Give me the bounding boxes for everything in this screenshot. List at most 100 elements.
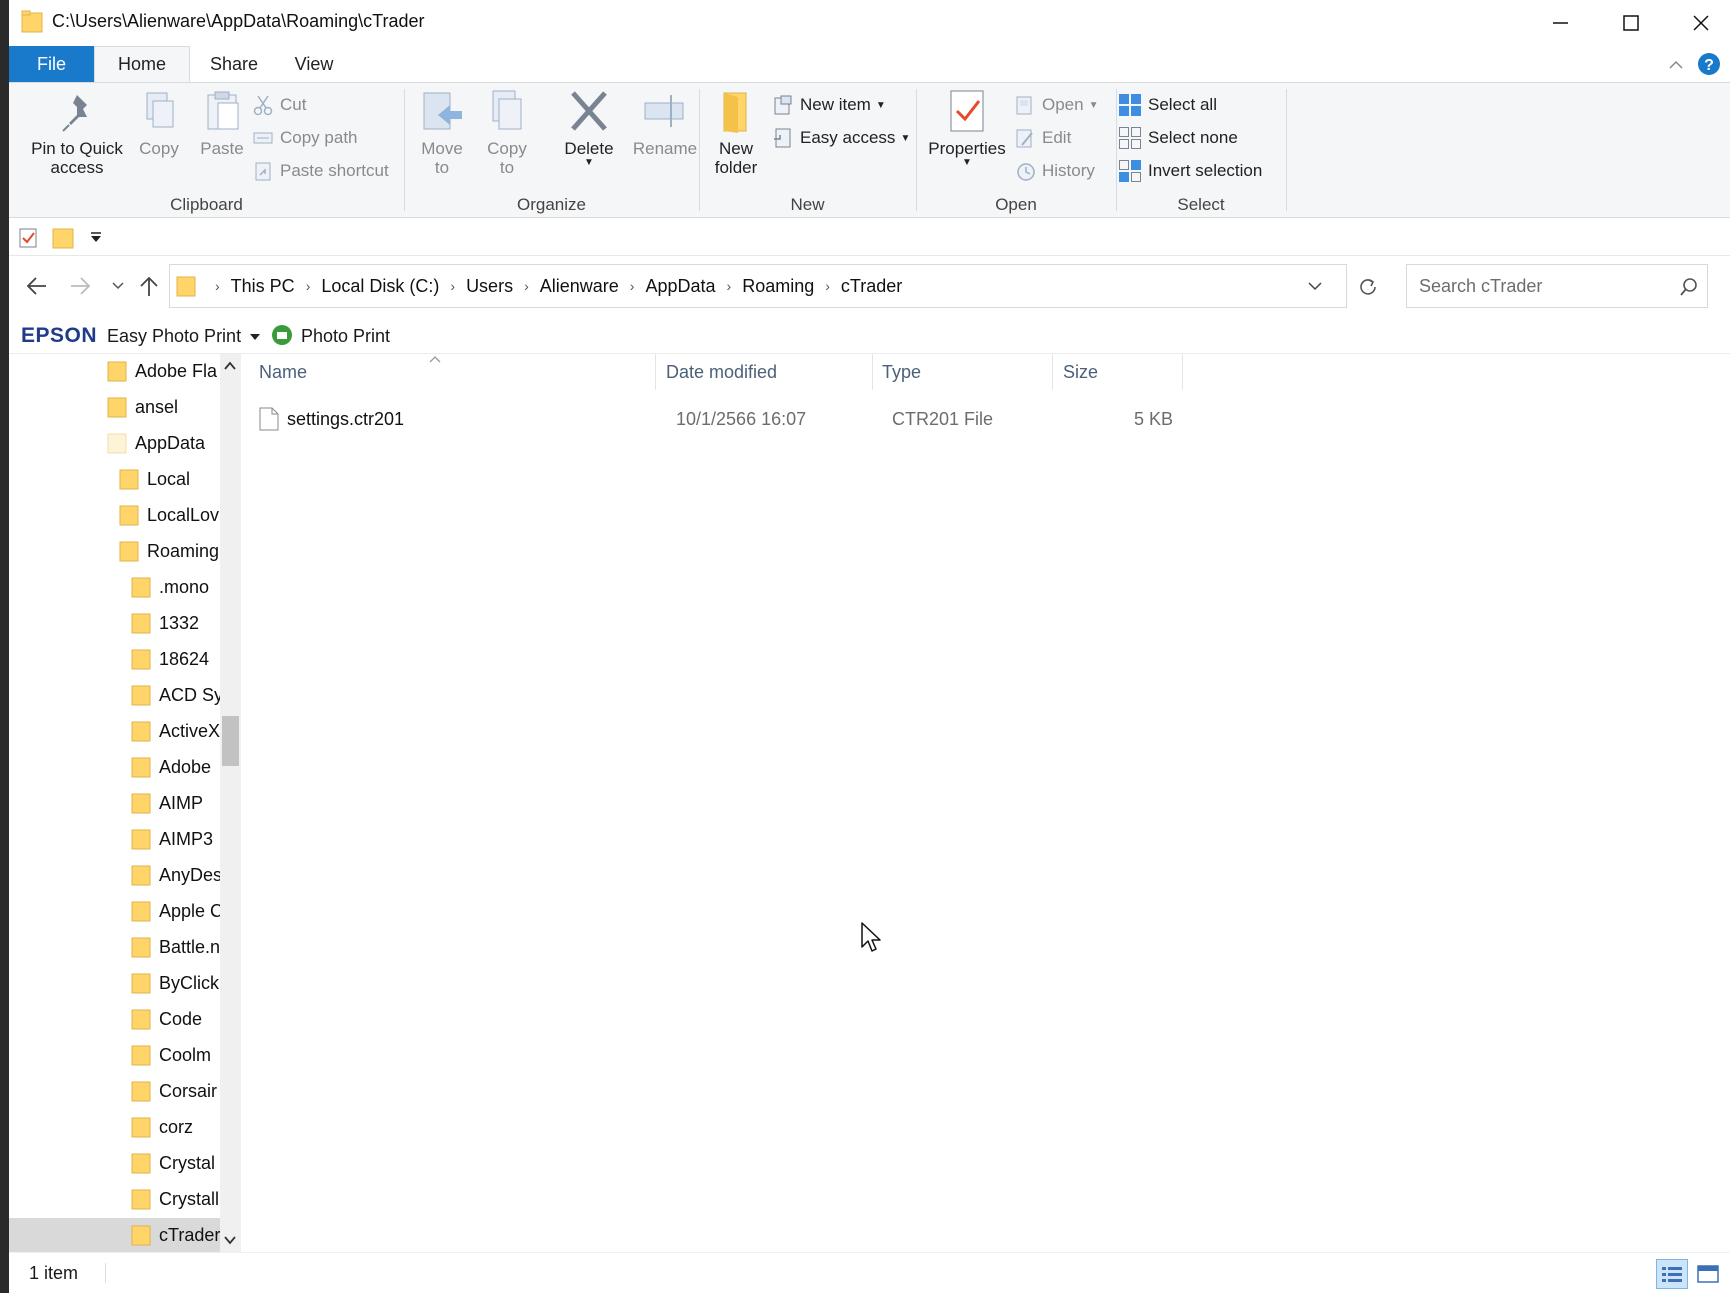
refresh-icon[interactable]: [1358, 276, 1378, 296]
invert-selection-button[interactable]: Invert selection: [1118, 158, 1262, 184]
tab-share[interactable]: Share: [194, 46, 274, 82]
nav-tree-item[interactable]: Crystal: [131, 1146, 220, 1180]
recent-locations-icon[interactable]: [111, 280, 125, 292]
nav-tree-item[interactable]: Apple C: [131, 894, 220, 928]
up-arrow-icon[interactable]: [139, 274, 159, 298]
chevron-right-icon[interactable]: ›: [524, 278, 529, 294]
move-to-label-2: to: [434, 158, 450, 177]
file-row[interactable]: settings.ctr201 10/1/2566 16:07 CTR201 F…: [251, 400, 1181, 438]
column-divider[interactable]: [872, 354, 873, 390]
nav-tree-item[interactable]: Code: [131, 1002, 220, 1036]
nav-tree-item[interactable]: ansel: [107, 390, 220, 424]
breadcrumb-this-pc[interactable]: This PC: [231, 276, 295, 297]
column-header-type[interactable]: Type: [882, 354, 1042, 390]
nav-tree-item[interactable]: Local: [119, 462, 220, 496]
nav-tree-item[interactable]: Corsair: [131, 1074, 220, 1108]
easy-photo-print-button[interactable]: Easy Photo Print: [107, 326, 241, 347]
chevron-right-icon[interactable]: ›: [727, 278, 732, 294]
delete-button[interactable]: Delete ▼: [554, 89, 624, 168]
navigation-scrollbar[interactable]: [220, 354, 241, 1252]
customize-qat-icon[interactable]: [89, 230, 103, 244]
new-item-button[interactable]: New item ▼: [772, 92, 886, 118]
back-arrow-icon[interactable]: [26, 276, 48, 296]
tab-home[interactable]: Home: [94, 46, 190, 82]
cut-button[interactable]: Cut: [252, 92, 306, 118]
scrollbar-thumb[interactable]: [222, 716, 239, 766]
nav-tree-item[interactable]: Crystall: [131, 1182, 220, 1216]
new-folder-button[interactable]: New folder: [704, 89, 768, 177]
address-bar[interactable]: › This PC › Local Disk (C:) › Users › Al…: [169, 264, 1376, 308]
nav-tree-item[interactable]: AIMP: [131, 786, 220, 820]
nav-tree-item[interactable]: Coolm: [131, 1038, 220, 1072]
address-history-dropdown-icon[interactable]: [1307, 280, 1323, 292]
minimize-button[interactable]: [1526, 0, 1596, 46]
folder-icon: [131, 1189, 151, 1210]
pin-to-quick-access-button[interactable]: Pin to Quick access: [17, 89, 137, 177]
chevron-right-icon[interactable]: ›: [306, 278, 311, 294]
nav-tree-item[interactable]: ACD Sy: [131, 678, 220, 712]
scroll-down-icon[interactable]: [223, 1234, 237, 1246]
chevron-right-icon[interactable]: ›: [630, 278, 635, 294]
maximize-button[interactable]: [1596, 0, 1666, 46]
column-divider[interactable]: [1182, 354, 1183, 390]
breadcrumb-appdata[interactable]: AppData: [645, 276, 715, 297]
close-button[interactable]: [1666, 0, 1730, 46]
history-button[interactable]: History: [1014, 158, 1095, 184]
copy-to-button[interactable]: Copy to: [477, 89, 537, 177]
nav-tree-item[interactable]: ActiveX: [131, 714, 220, 748]
copy-path-button[interactable]: Copy path: [252, 125, 358, 151]
properties-button[interactable]: Properties ▼: [921, 89, 1013, 168]
nav-tree-item[interactable]: .mono: [131, 570, 220, 604]
help-icon[interactable]: ?: [1697, 52, 1721, 76]
nav-tree-item[interactable]: cTrader: [9, 1218, 241, 1252]
nav-tree-item[interactable]: Roaming: [119, 534, 220, 568]
breadcrumb-roaming[interactable]: Roaming: [742, 276, 814, 297]
details-view-icon[interactable]: [1656, 1259, 1688, 1289]
nav-tree-item[interactable]: AppData: [107, 426, 220, 460]
column-header-name[interactable]: Name: [259, 354, 623, 390]
nav-tree-item[interactable]: 18624: [131, 642, 220, 676]
copy-button[interactable]: Copy: [129, 89, 189, 158]
nav-tree-item[interactable]: ByClick: [131, 966, 220, 1000]
nav-tree-item[interactable]: AnyDes: [131, 858, 220, 892]
chevron-right-icon[interactable]: ›: [450, 278, 455, 294]
tab-view[interactable]: View: [279, 46, 349, 82]
paste-shortcut-button[interactable]: Paste shortcut: [252, 158, 389, 184]
breadcrumb-ctrader[interactable]: cTrader: [841, 276, 902, 297]
nav-tree-item[interactable]: 1332: [131, 606, 220, 640]
title-bar[interactable]: C:\Users\Alienware\AppData\Roaming\cTrad…: [9, 0, 1730, 46]
edit-button[interactable]: Edit: [1014, 125, 1071, 151]
properties-qat-icon[interactable]: [19, 227, 39, 249]
column-header-date-modified[interactable]: Date modified: [666, 354, 866, 390]
breadcrumb-users[interactable]: Users: [466, 276, 513, 297]
photo-print-button[interactable]: Photo Print: [301, 326, 390, 347]
open-button[interactable]: Open ▼: [1014, 92, 1099, 118]
nav-tree-item[interactable]: Battle.n: [131, 930, 220, 964]
tab-file[interactable]: File: [9, 46, 94, 82]
column-divider[interactable]: [1052, 354, 1053, 390]
easy-access-button[interactable]: Easy access ▼: [772, 125, 910, 151]
nav-tree-item[interactable]: LocalLov: [119, 498, 220, 532]
scroll-up-icon[interactable]: [223, 360, 237, 372]
rename-button[interactable]: Rename: [627, 89, 703, 158]
nav-tree-item[interactable]: corz: [131, 1110, 220, 1144]
nav-tree-item[interactable]: AIMP3: [131, 822, 220, 856]
breadcrumb-local-disk[interactable]: Local Disk (C:): [321, 276, 439, 297]
forward-arrow-icon[interactable]: [69, 276, 91, 296]
select-none-button[interactable]: Select none: [1118, 125, 1238, 151]
folder-icon: [119, 469, 139, 490]
easy-photo-print-dropdown-icon[interactable]: [249, 332, 261, 342]
select-all-button[interactable]: Select all: [1118, 92, 1217, 118]
search-input[interactable]: Search cTrader: [1406, 264, 1708, 308]
column-header-size[interactable]: Size: [1063, 354, 1163, 390]
large-icons-view-icon[interactable]: [1694, 1259, 1722, 1289]
paste-button[interactable]: Paste: [192, 89, 252, 158]
column-divider[interactable]: [655, 354, 656, 390]
collapse-ribbon-icon[interactable]: [1668, 58, 1684, 70]
nav-tree-item[interactable]: Adobe Fla: [107, 354, 220, 388]
nav-tree-item[interactable]: Adobe: [131, 750, 220, 784]
breadcrumb-alienware[interactable]: Alienware: [540, 276, 619, 297]
new-folder-qat-icon[interactable]: [52, 226, 74, 250]
chevron-right-icon[interactable]: ›: [825, 278, 830, 294]
move-to-button[interactable]: Move to: [412, 89, 472, 177]
